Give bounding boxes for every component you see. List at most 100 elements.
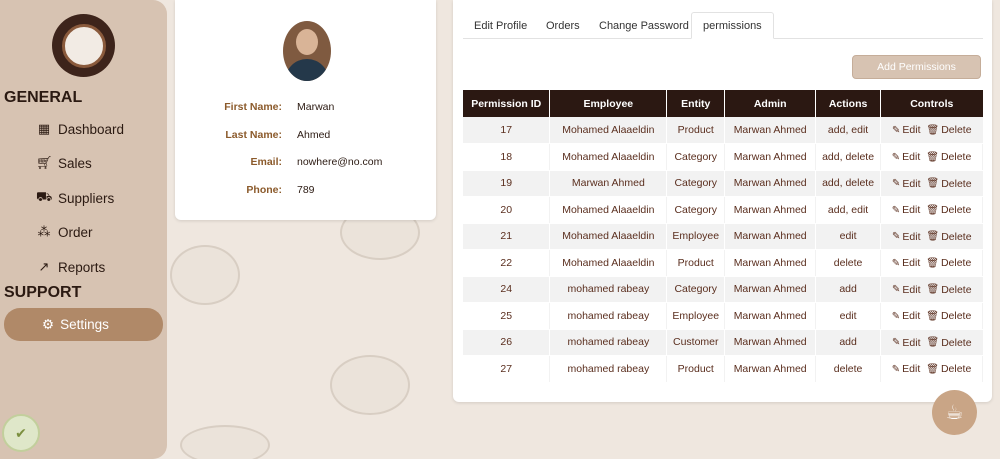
cell-admin: Marwan Ahmed — [724, 249, 817, 277]
cell-employee: mohamed rabeay — [549, 355, 668, 383]
phone-value: 789 — [297, 184, 315, 196]
cell-controls: ✎ Edit 🗑︎ Delete — [880, 329, 983, 356]
line-chart-icon: ↗ — [38, 259, 50, 274]
trash-icon: 🗑︎ — [926, 231, 940, 242]
table-row: 22 Mohamed Alaaeldin Product Marwan Ahmed de… — [463, 249, 983, 277]
sidebar-item-label: Order — [58, 224, 93, 240]
tab-edit-profile[interactable]: Edit Profile — [463, 12, 538, 39]
cell-entity: Employee — [666, 223, 726, 250]
delete-button[interactable]: 🗑︎ Delete — [926, 178, 971, 190]
table-row: 27 mohamed rabeay Product Marwan Ahmed delet… — [463, 355, 983, 383]
sidebar-item-reports[interactable]: ↗ Reports — [36, 255, 106, 279]
delete-label: Delete — [940, 151, 972, 163]
cell-actions: add, delete — [815, 170, 882, 197]
tab-change-password[interactable]: Change Password — [588, 12, 700, 39]
edit-button[interactable]: ✎ Edit — [892, 257, 920, 269]
delete-button[interactable]: 🗑︎ Delete — [926, 310, 971, 322]
edit-icon: ✎ — [892, 124, 901, 136]
column-header-employee: Employee — [549, 90, 668, 117]
edit-button[interactable]: ✎ Edit — [892, 284, 920, 296]
truck-icon: ⛟ — [36, 189, 53, 204]
add-permissions-button[interactable]: Add Permissions — [852, 55, 981, 79]
table-row: 24 mohamed rabeay Category Marwan Ahmed add ✎… — [463, 276, 983, 303]
profile-tabs: Edit Profile Orders Change Password perm… — [463, 12, 983, 39]
tab-permissions[interactable]: permissions — [691, 12, 774, 39]
cell-controls: ✎ Edit 🗑︎ Delete — [880, 355, 983, 383]
cell-permission-id: 19 — [463, 170, 551, 197]
first-name-label: First Name: — [224, 101, 282, 113]
column-header-controls: Controls — [880, 90, 983, 117]
edit-icon: ✎ — [891, 257, 901, 269]
delete-label: Delete — [941, 336, 972, 349]
cell-admin: Marwan Ahmed — [724, 355, 817, 383]
cell-entity: Product — [666, 117, 726, 144]
cell-entity: Category — [666, 196, 726, 224]
delete-button[interactable]: 🗑︎ Delete — [926, 204, 971, 216]
email-value: nowhere@no.com — [297, 156, 383, 168]
delete-label: Delete — [941, 124, 972, 137]
delete-button[interactable]: 🗑︎ Delete — [926, 284, 971, 296]
cell-permission-id: 21 — [463, 223, 551, 250]
table-row: 17 Mohamed Alaaeldin Product Marwan Ahmed ad… — [463, 117, 983, 144]
sidebar: GENERAL ▦ Dashboard 🛒︎ Sales ⛟ Suppliers… — [0, 0, 167, 459]
column-header-admin: Admin — [724, 90, 817, 117]
delete-label: Delete — [941, 230, 972, 243]
delete-button[interactable]: 🗑︎ Delete — [926, 231, 971, 243]
edit-button[interactable]: ✎ Edit — [892, 363, 920, 375]
cell-entity: Category — [666, 170, 726, 197]
tab-orders[interactable]: Orders — [535, 12, 591, 39]
edit-label: Edit — [902, 204, 921, 216]
delete-button[interactable]: 🗑︎ Delete — [926, 257, 971, 269]
sidebar-item-sales[interactable]: 🛒︎ Sales — [36, 151, 92, 175]
edit-button[interactable]: ✎ Edit — [892, 310, 920, 322]
profile-last-name-row: Last Name: Ahmed — [175, 129, 436, 145]
edit-icon: ✎ — [892, 284, 901, 295]
background-bean-decoration — [170, 245, 240, 305]
section-title-general: GENERAL — [4, 89, 83, 106]
edit-button[interactable]: ✎ Edit — [892, 204, 920, 216]
cell-actions: add, edit — [815, 117, 882, 144]
sidebar-item-settings[interactable]: ⚙ Settings — [4, 308, 163, 341]
delete-button[interactable]: 🗑︎ Delete — [926, 124, 971, 136]
cell-actions: edit — [815, 223, 882, 250]
edit-button[interactable]: ✎ Edit — [892, 231, 920, 243]
sidebar-item-label: Settings — [60, 317, 109, 332]
edit-button[interactable]: ✎ Edit — [892, 151, 920, 163]
cell-entity: Product — [666, 355, 726, 383]
profile-card: First Name: Marwan Last Name: Ahmed Emai… — [175, 0, 436, 220]
cell-employee: Mohamed Alaaeldin — [549, 117, 668, 144]
edit-label: Edit — [902, 151, 921, 163]
cell-employee: mohamed rabeay — [549, 302, 668, 330]
cell-employee: Mohamed Alaaeldin — [549, 143, 668, 171]
edit-label: Edit — [902, 363, 921, 375]
cell-controls: ✎ Edit 🗑︎ Delete — [880, 196, 983, 224]
edit-icon: ✎ — [891, 363, 901, 375]
sidebar-item-dashboard[interactable]: ▦ Dashboard — [36, 117, 124, 141]
coffee-cup-icon — [61, 23, 106, 68]
sidebar-item-label: Sales — [58, 155, 92, 171]
cell-admin: Marwan Ahmed — [724, 143, 817, 171]
cell-controls: ✎ Edit 🗑︎ Delete — [880, 170, 983, 197]
delete-button[interactable]: 🗑︎ Delete — [926, 151, 971, 163]
phone-label: Phone: — [246, 184, 282, 196]
cell-admin: Marwan Ahmed — [724, 276, 817, 303]
cell-employee: Mohamed Alaaeldin — [549, 196, 668, 224]
edit-button[interactable]: ✎ Edit — [892, 178, 920, 190]
brand-logo[interactable] — [52, 14, 115, 77]
coffee-cup-fab-icon[interactable]: ☕︎ — [932, 390, 977, 435]
delete-button[interactable]: 🗑︎ Delete — [926, 363, 971, 375]
cart-icon: 🛒︎ — [36, 155, 53, 170]
table-header-row: Permission ID Employee Entity Admin Acti… — [463, 90, 983, 117]
edit-button[interactable]: ✎ Edit — [892, 124, 920, 136]
delete-button[interactable]: 🗑︎ Delete — [926, 337, 971, 349]
cell-admin: Marwan Ahmed — [724, 329, 817, 356]
edit-icon: ✎ — [891, 204, 901, 216]
trash-icon: 🗑︎ — [926, 151, 939, 163]
profile-email-row: Email: nowhere@no.com — [175, 156, 436, 172]
cell-admin: Marwan Ahmed — [724, 302, 817, 330]
sidebar-item-order[interactable]: ⁂ Order — [36, 220, 93, 244]
cell-permission-id: 24 — [463, 276, 551, 303]
background-bean-decoration — [330, 355, 410, 415]
sidebar-item-suppliers[interactable]: ⛟ Suppliers — [36, 186, 114, 210]
edit-button[interactable]: ✎ Edit — [892, 337, 920, 349]
